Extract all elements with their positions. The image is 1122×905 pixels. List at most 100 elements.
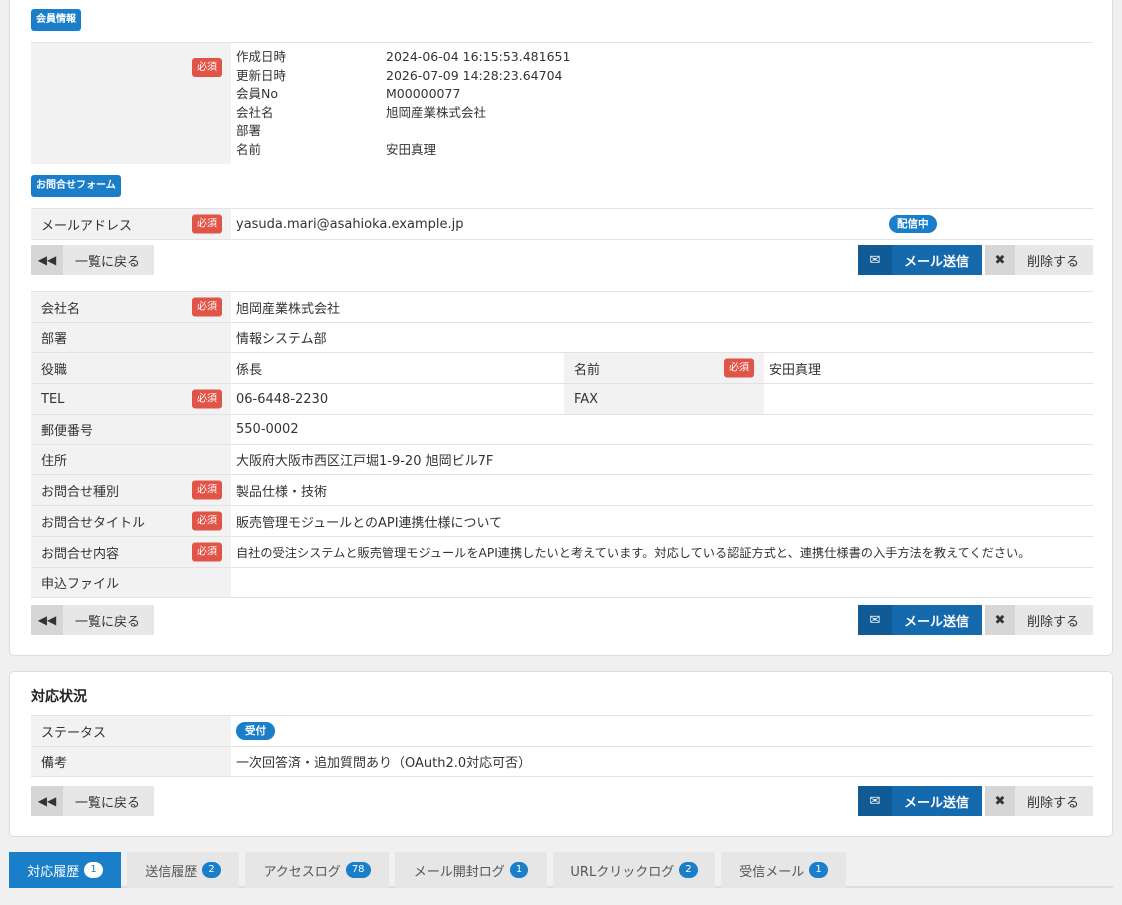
meta-label: 作成日時 [236,49,287,64]
double-chevron-left-icon: ◀◀ [31,786,63,816]
inquiry-type-row: お問合せ種別 必須 製品仕様・技術 [31,474,1093,505]
fax-value [764,384,769,414]
meta-label: 会社名 [236,104,274,120]
required-badge: 必須 [192,511,222,531]
delete-button[interactable]: ✖ 削除する [985,245,1093,275]
attachment-row: 申込ファイル [31,567,1093,598]
envelope-icon: ✉ [858,245,892,275]
tab-label: アクセスログ [263,864,341,880]
back-button-label: 一覧に戻る [75,614,141,630]
status-section-title: 対応状況 [31,689,87,705]
send-mail-label: メール送信 [904,254,970,270]
meta-label: 会員No [236,86,278,102]
address-value: 大阪府大阪市西区江戸堀1-9-20 旭岡ビル7F [236,454,494,469]
note-row: 備考 一次回答済・追加質問あり（OAuth2.0対応可否） [31,746,1093,777]
email-row: メールアドレス 必須 yasuda.mari@asahioka.example.… [31,208,1093,240]
department-row: 部署 情報システム部 [31,322,1093,352]
tab-count-badge: 2 [202,862,221,878]
meta-label: 名前 [236,141,262,157]
fax-label: FAX [564,384,764,414]
email-status-cell: 配信中 [884,209,937,239]
tel-fax-row: TEL 必須 06-6448-2230 FAX [31,383,1093,414]
required-badge: 必須 [192,297,222,317]
position-value: 係長 [236,362,263,378]
company-row: 会社名 必須 旭岡産業株式会社 [31,291,1093,322]
delete-label: 削除する [1027,795,1080,811]
inquiry-content-value: 自社の受注システムと販売管理モジュールをAPI連携したいと考えています。対応して… [236,546,1031,560]
send-mail-button[interactable]: ✉ メール送信 [858,605,982,635]
attachment-value [231,568,236,597]
tab-count-badge: 1 [809,862,828,878]
required-badge: 必須 [192,480,222,500]
send-mail-button[interactable]: ✉ メール送信 [858,245,982,275]
zip-value: 550-0002 [236,422,299,437]
meta-value: 2024-06-04 16:15:53.481651 [386,49,571,64]
required-badge: 必須 [192,389,222,409]
zip-row: 郵便番号 550-0002 [31,414,1093,444]
action-buttons-bottom: ◀◀ 一覧に戻る ✉ メール送信 ✖ 削除する [31,605,1093,635]
status-label: ステータス [31,716,231,746]
tab-count-badge: 78 [345,862,371,878]
double-chevron-left-icon: ◀◀ [31,245,63,275]
status-badge: 受付 [236,722,275,740]
required-badge: 必須 [192,214,222,234]
member-info-row: 必須 作成日時 更新日時 会員No 会社名 部署 名前 2024-06-04 1… [31,42,1093,164]
tab-label: 対応履歴 [27,864,80,880]
delete-button[interactable]: ✖ 削除する [985,605,1093,635]
close-icon: ✖ [985,605,1015,635]
send-mail-label: メール送信 [904,614,970,630]
double-chevron-left-icon: ◀◀ [31,605,63,635]
meta-value [386,122,570,141]
meta-value: 旭岡産業株式会社 [386,104,487,120]
inquiry-type-value: 製品仕様・技術 [236,484,328,500]
back-to-list-button[interactable]: ◀◀ 一覧に戻る [31,786,154,816]
back-button-label: 一覧に戻る [75,795,141,811]
meta-label: 部署 [236,123,262,139]
member-meta-labels: 作成日時 更新日時 会員No 会社名 部署 名前 [236,48,286,160]
close-icon: ✖ [985,786,1015,816]
send-mail-label: メール送信 [904,795,970,811]
email-value: yasuda.mari@asahioka.example.jp [236,216,464,232]
tab-access-log[interactable]: アクセスログ 78 [245,852,389,888]
position-label: 役職 [31,353,231,383]
address-row: 住所 大阪府大阪市西区江戸堀1-9-20 旭岡ビル7F [31,444,1093,474]
tab-label: メール開封ログ [413,864,505,880]
tab-label: 送信履歴 [145,864,198,880]
department-value: 情報システム部 [236,332,327,347]
position-name-row: 役職 係長 名前 必須 安田真理 [31,352,1093,383]
tab-send-history[interactable]: 送信履歴 2 [127,852,239,888]
tab-label: 受信メール [739,864,805,880]
inquiry-form-label: お問合せフォーム [31,175,121,197]
department-label: 部署 [31,323,231,352]
delete-button[interactable]: ✖ 削除する [985,786,1093,816]
company-value: 旭岡産業株式会社 [236,301,341,317]
delete-label: 削除する [1027,614,1080,630]
inquiry-content-row: お問合せ内容 必須 自社の受注システムと販売管理モジュールをAPI連携したいと考… [31,536,1093,567]
delete-label: 削除する [1027,254,1080,270]
address-label: 住所 [31,445,231,474]
meta-value: 2026-07-09 14:28:23.64704 [386,67,563,83]
tab-received-mail[interactable]: 受信メール 1 [721,852,846,888]
attachment-label: 申込ファイル [31,568,231,597]
member-meta-values: 2024-06-04 16:15:53.481651 2026-07-09 14… [386,48,570,160]
required-badge: 必須 [724,358,754,378]
required-badge: 必須 [192,58,222,77]
tab-url-click-log[interactable]: URLクリックログ 2 [553,852,715,888]
member-info-label: 会員情報 [31,9,81,31]
tab-count-badge: 1 [84,862,103,878]
name-value: 安田真理 [769,362,822,378]
send-mail-button[interactable]: ✉ メール送信 [858,786,982,816]
status-row: ステータス 受付 [31,715,1093,746]
back-to-list-button[interactable]: ◀◀ 一覧に戻る [31,245,154,275]
meta-value: 安田真理 [386,141,437,157]
close-icon: ✖ [985,245,1015,275]
action-buttons-top: ◀◀ 一覧に戻る ✉ メール送信 ✖ 削除する [31,245,1093,275]
tab-mail-open-log[interactable]: メール開封ログ 1 [395,852,547,888]
required-badge: 必須 [192,542,222,562]
tab-response-history[interactable]: 対応履歴 1 [9,852,121,888]
tab-label: URLクリックログ [570,864,675,880]
note-value: 一次回答済・追加質問あり（OAuth2.0対応可否） [236,756,532,771]
zip-label: 郵便番号 [31,415,231,444]
inquiry-title-row: お問合せタイトル 必須 販売管理モジュールとのAPI連携仕様について [31,505,1093,536]
back-to-list-button[interactable]: ◀◀ 一覧に戻る [31,605,154,635]
